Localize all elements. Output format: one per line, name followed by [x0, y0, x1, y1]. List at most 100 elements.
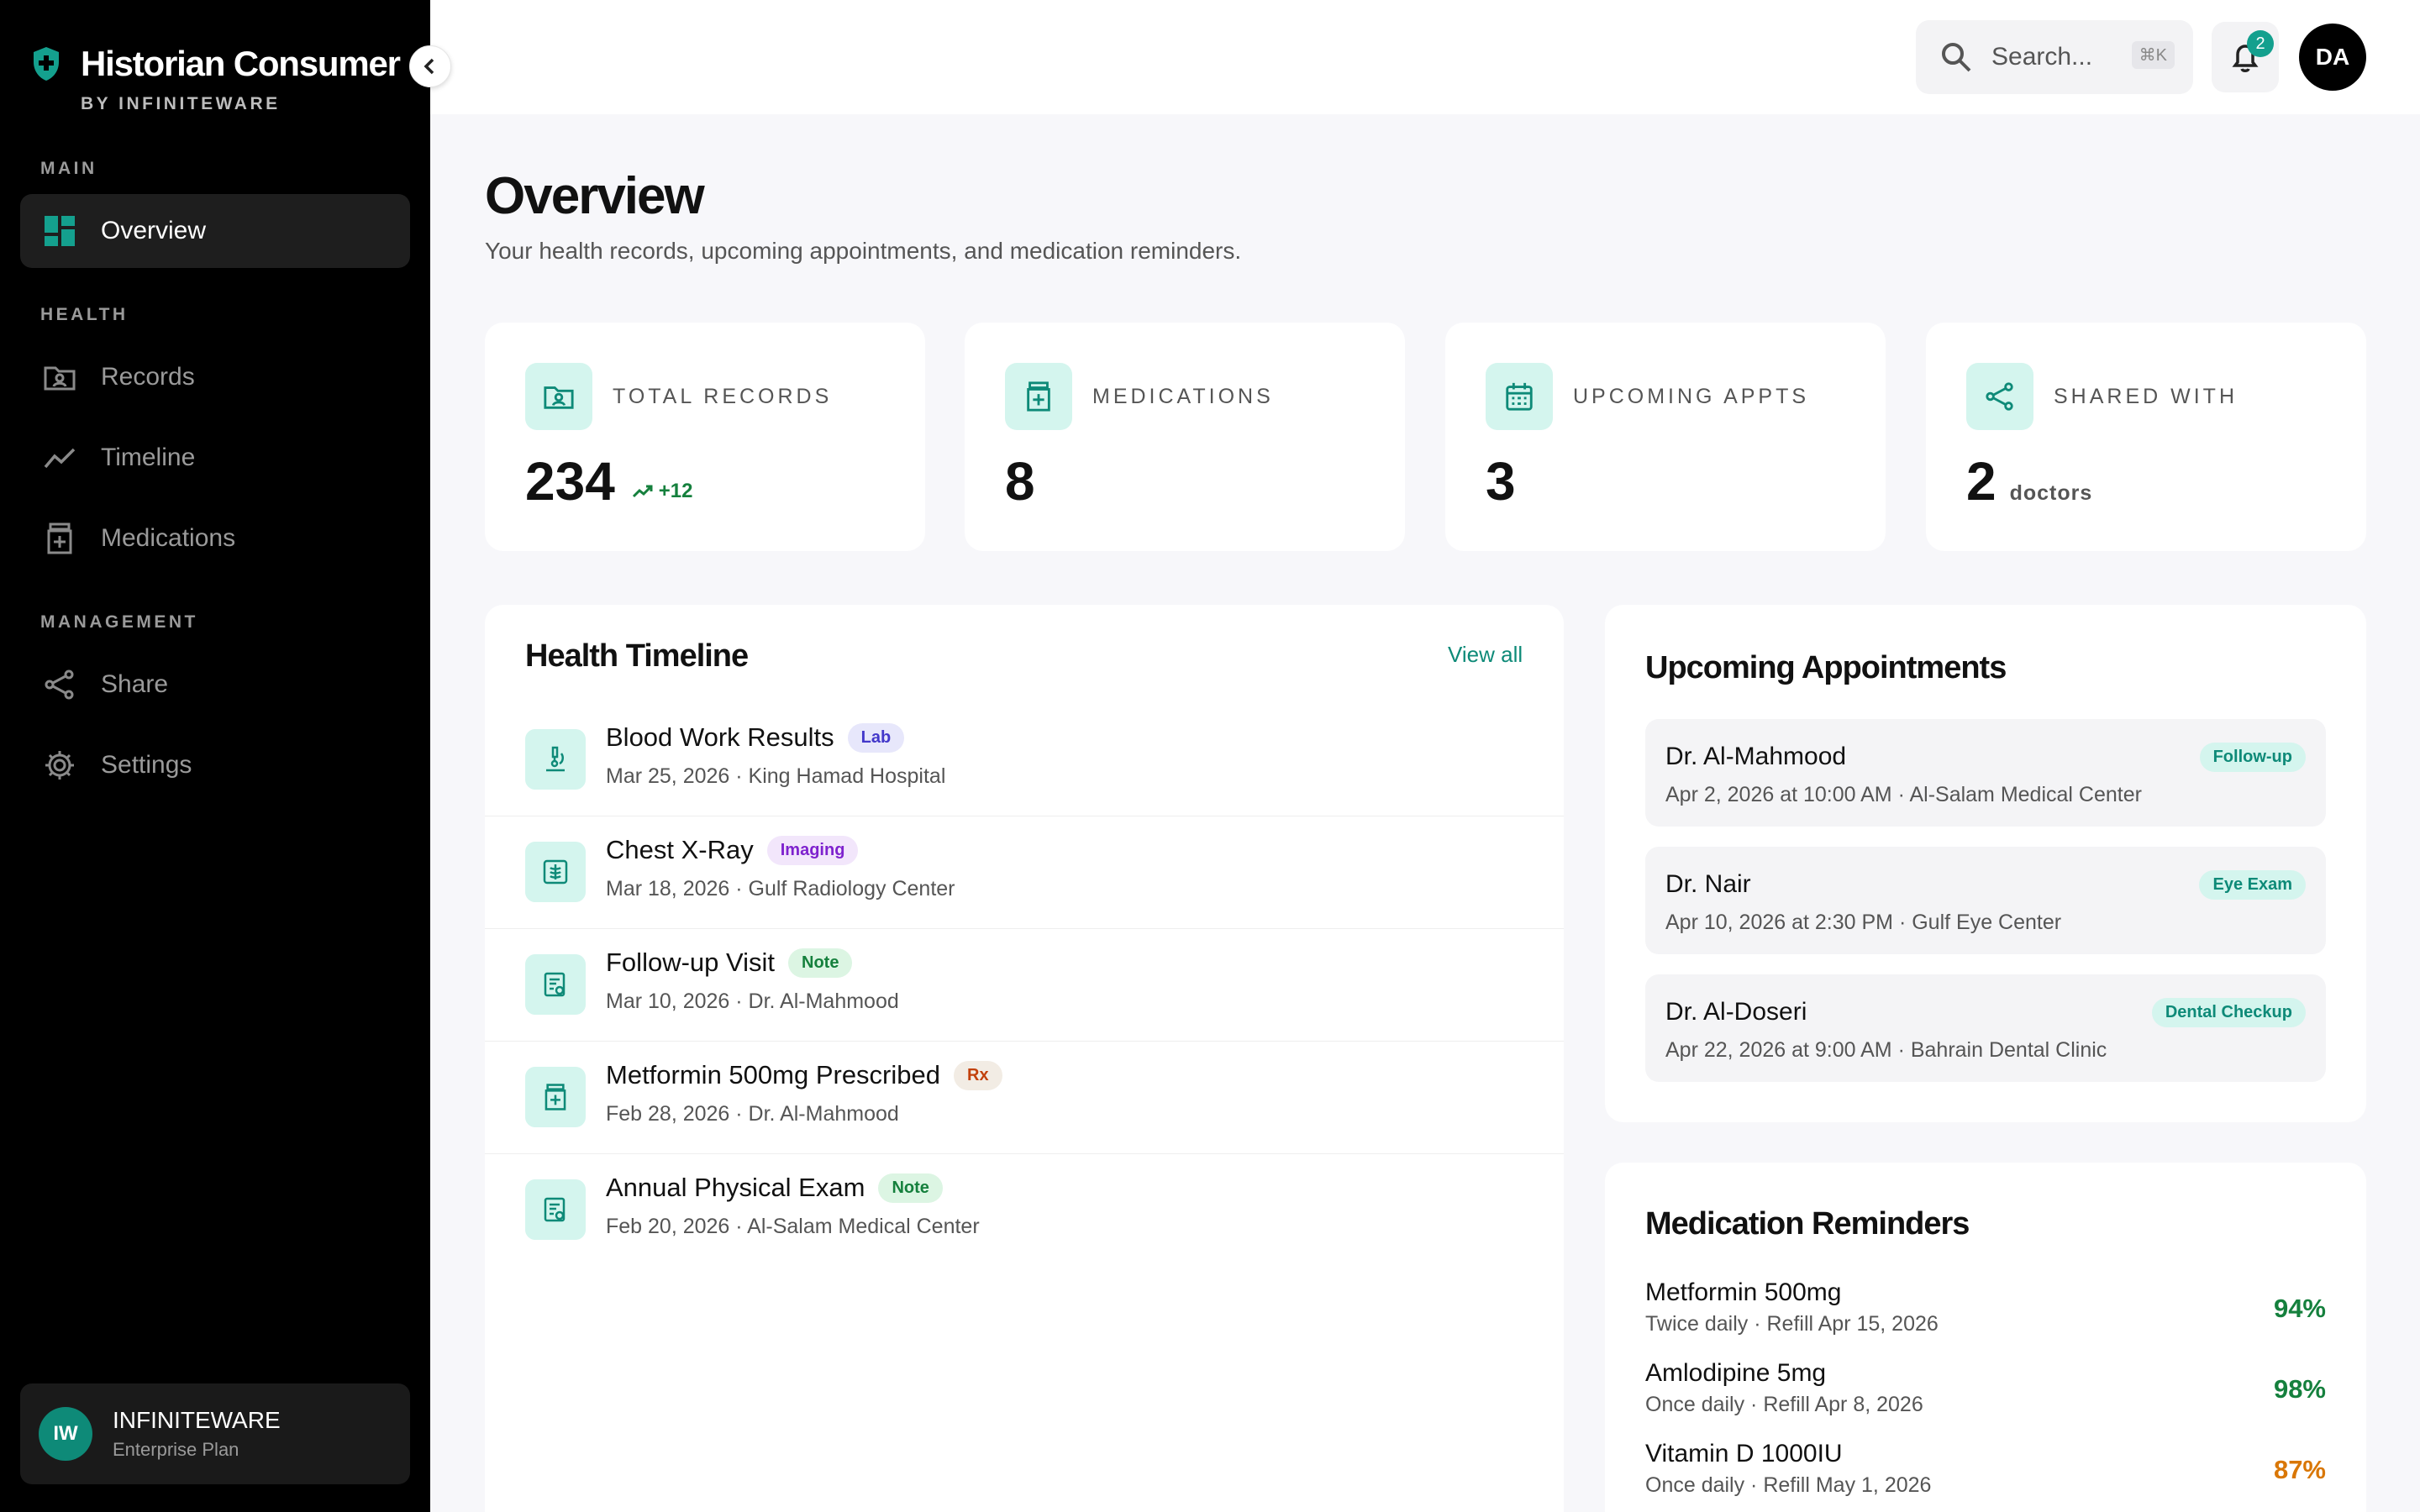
- card-title: Upcoming Appointments: [1645, 650, 2007, 685]
- appointment-item[interactable]: Dr. Al-Doseri Dental Checkup Apr 22, 202…: [1645, 974, 2326, 1082]
- sidebar-item-label: Share: [101, 670, 169, 698]
- tag-imaging: Imaging: [766, 835, 859, 865]
- appointment-doctor: Dr. Al-Mahmood: [1665, 743, 1847, 770]
- appointment-type-badge: Follow-up: [2199, 743, 2306, 772]
- appointment-doctor: Dr. Nair: [1665, 870, 1751, 898]
- org-switcher[interactable]: IW INFINITEWARE Enterprise Plan: [20, 1383, 410, 1484]
- medicine-bottle-icon: [1005, 363, 1072, 430]
- stat-label: MEDICATIONS: [1092, 385, 1274, 408]
- folder-user-icon: [42, 360, 77, 395]
- stat-card-upcoming-appts[interactable]: UPCOMING APPTS 3: [1445, 323, 1886, 551]
- stat-delta: +12: [632, 480, 693, 503]
- medicine-bottle-icon: [42, 521, 77, 556]
- org-avatar: IW: [39, 1407, 92, 1461]
- trend-up-icon: [632, 485, 653, 498]
- medication-name: Vitamin D 1000IU: [1645, 1440, 1843, 1467]
- user-avatar[interactable]: DA: [2299, 24, 2366, 91]
- clipboard-note-icon: [525, 954, 586, 1015]
- brand-title: Historian Consumer: [81, 44, 401, 83]
- view-all-link[interactable]: View all: [1448, 642, 1523, 668]
- stat-value: 2: [1966, 451, 1996, 512]
- card-title: Health Timeline: [525, 638, 749, 674]
- medication-name: Amlodipine 5mg: [1645, 1359, 1827, 1387]
- page-title: Overview: [485, 167, 705, 225]
- medication-meta: Once daily · Refill Apr 8, 2026: [1645, 1393, 1923, 1416]
- timeline-item-title: Chest X-Ray: [606, 835, 754, 864]
- microscope-icon: [525, 729, 586, 790]
- sidebar-item-label: Settings: [101, 751, 192, 779]
- collapse-sidebar-button[interactable]: [409, 45, 451, 87]
- medication-adherence: 94%: [2273, 1294, 2326, 1323]
- medication-adherence: 98%: [2273, 1374, 2326, 1404]
- stat-unit: doctors: [2009, 481, 2093, 505]
- timeline-item-meta: Mar 18, 2026 · Gulf Radiology Center: [606, 877, 955, 900]
- sidebar-item-settings[interactable]: Settings: [20, 728, 410, 802]
- stat-label: UPCOMING APPTS: [1573, 385, 1810, 408]
- stat-value: 3: [1486, 451, 1516, 512]
- tag-note: Note: [878, 1173, 943, 1203]
- medication-reminders-card: Medication Reminders Metformin 500mg Twi…: [1605, 1163, 2366, 1512]
- timeline-item[interactable]: Metformin 500mg Prescribed Rx Feb 28, 20…: [485, 1042, 1564, 1154]
- org-plan: Enterprise Plan: [113, 1439, 239, 1460]
- medication-item[interactable]: Vitamin D 1000IU Once daily · Refill May…: [1645, 1440, 2326, 1512]
- page-subtitle: Your health records, upcoming appointmen…: [485, 238, 1242, 264]
- appointment-meta: Apr 22, 2026 at 9:00 AM · Bahrain Dental…: [1665, 1038, 2107, 1062]
- share-icon: [1966, 363, 2033, 430]
- tag-rx: Rx: [954, 1060, 1002, 1090]
- sidebar: Historian Consumer BY INFINITEWARE MAIN …: [0, 0, 430, 1512]
- appointment-item[interactable]: Dr. Al-Mahmood Follow-up Apr 2, 2026 at …: [1645, 719, 2326, 827]
- upcoming-appointments-card: Upcoming Appointments Dr. Al-Mahmood Fol…: [1605, 605, 2366, 1122]
- search-shortcut: ⌘K: [2131, 41, 2175, 69]
- stat-label: TOTAL RECORDS: [613, 385, 833, 408]
- appointment-meta: Apr 10, 2026 at 2:30 PM · Gulf Eye Cente…: [1665, 911, 2062, 934]
- folder-user-icon: [525, 363, 592, 430]
- brand[interactable]: Historian Consumer: [32, 44, 401, 84]
- notifications-button[interactable]: 2: [2212, 22, 2279, 92]
- sidebar-item-medications[interactable]: Medications: [20, 501, 410, 575]
- xray-icon: [525, 842, 586, 902]
- trend-line-icon: [42, 440, 77, 475]
- brand-subtitle: BY INFINITEWARE: [81, 94, 281, 113]
- stat-value: 8: [1005, 451, 1035, 512]
- timeline-item-title: Blood Work Results: [606, 722, 834, 752]
- medication-item[interactable]: Metformin 500mg Twice daily · Refill Apr…: [1645, 1278, 2326, 1354]
- medication-meta: Twice daily · Refill Apr 15, 2026: [1645, 1312, 1939, 1336]
- sidebar-item-share[interactable]: Share: [20, 648, 410, 722]
- tag-lab: Lab: [847, 722, 905, 753]
- stat-label: SHARED WITH: [2054, 385, 2238, 408]
- org-name: INFINITEWARE: [113, 1407, 281, 1433]
- timeline-item[interactable]: Blood Work Results Lab Mar 25, 2026 · Ki…: [485, 704, 1564, 816]
- topbar: Search... ⌘K 2 DA: [430, 0, 2420, 114]
- tag-note: Note: [788, 948, 853, 978]
- shield-plus-icon: [34, 47, 59, 81]
- chevron-left-icon: [424, 58, 434, 75]
- sidebar-item-label: Overview: [101, 217, 207, 244]
- sidebar-item-timeline[interactable]: Timeline: [20, 421, 410, 495]
- calendar-icon: [1486, 363, 1553, 430]
- clipboard-note-icon: [525, 1179, 586, 1240]
- medication-name: Metformin 500mg: [1645, 1278, 1842, 1306]
- stat-card-total-records[interactable]: TOTAL RECORDS 234 +12: [485, 323, 925, 551]
- sidebar-item-label: Medications: [101, 524, 236, 552]
- gear-icon: [42, 748, 77, 783]
- appointment-meta: Apr 2, 2026 at 10:00 AM · Al-Salam Medic…: [1665, 783, 2142, 806]
- section-label-health: HEALTH: [40, 305, 129, 324]
- appointment-item[interactable]: Dr. Nair Eye Exam Apr 10, 2026 at 2:30 P…: [1645, 847, 2326, 954]
- stat-card-shared-with[interactable]: SHARED WITH 2 doctors: [1926, 323, 2366, 551]
- timeline-item-meta: Mar 25, 2026 · King Hamad Hospital: [606, 764, 946, 788]
- section-label-management: MANAGEMENT: [40, 612, 198, 632]
- timeline-item[interactable]: Follow-up Visit Note Mar 10, 2026 · Dr. …: [485, 929, 1564, 1042]
- appointment-type-badge: Eye Exam: [2199, 870, 2306, 900]
- search-input[interactable]: Search... ⌘K: [1916, 20, 2193, 94]
- sidebar-item-overview[interactable]: Overview: [20, 194, 410, 268]
- sidebar-item-records[interactable]: Records: [20, 340, 410, 414]
- stat-card-medications[interactable]: MEDICATIONS 8: [965, 323, 1405, 551]
- timeline-item[interactable]: Chest X-Ray Imaging Mar 18, 2026 · Gulf …: [485, 816, 1564, 929]
- stat-delta-value: +12: [658, 480, 693, 502]
- medication-meta: Once daily · Refill May 1, 2026: [1645, 1473, 1932, 1497]
- timeline-list: Blood Work Results Lab Mar 25, 2026 · Ki…: [485, 704, 1564, 1267]
- timeline-item[interactable]: Annual Physical Exam Note Feb 20, 2026 ·…: [485, 1154, 1564, 1267]
- search-placeholder: Search...: [1991, 43, 2093, 71]
- medication-item[interactable]: Amlodipine 5mg Once daily · Refill Apr 8…: [1645, 1359, 2326, 1435]
- appointment-doctor: Dr. Al-Doseri: [1665, 998, 1807, 1026]
